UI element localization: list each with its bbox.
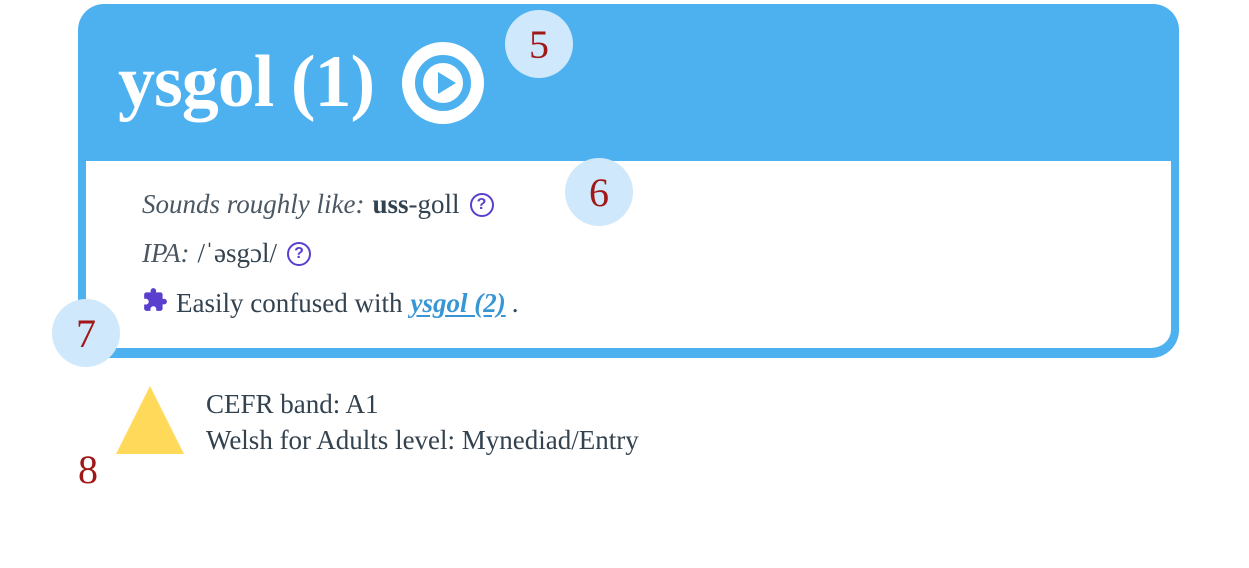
confused-link[interactable]: ysgol (2) [410,288,505,319]
sounds-like-row: Sounds roughly like: uss-goll ? [142,189,1131,220]
levels-block: CEFR band: A1 Welsh for Adults level: My… [116,386,1249,459]
ipa-label: IPA: [142,238,190,269]
headword: ysgol (1) [118,40,374,125]
puzzle-icon [142,287,168,320]
sounds-like-label: Sounds roughly like: [142,189,364,220]
callout-8: 8 [78,446,98,493]
entry-header: ysgol (1) [78,4,1179,161]
confused-prefix: Easily confused with [176,288,402,319]
sounds-like-value: uss-goll [372,189,459,220]
ipa-row: IPA: /ˈəsgɔl/ ? [142,238,1131,269]
cefr-label: CEFR band: [206,389,340,419]
wfa-label: Welsh for Adults level: [206,425,455,455]
confused-suffix: . [512,288,519,319]
rest-syllables: -goll [409,189,460,219]
ipa-help-icon[interactable]: ? [287,242,311,266]
levels-text: CEFR band: A1 Welsh for Adults level: My… [206,386,639,459]
wfa-row: Welsh for Adults level: Mynediad/Entry [206,422,639,458]
sounds-like-help-icon[interactable]: ? [470,193,494,217]
wfa-value: Mynediad/Entry [462,425,639,455]
stressed-syllable: uss [372,189,408,219]
cefr-row: CEFR band: A1 [206,386,639,422]
level-triangle-icon [116,386,184,454]
ipa-value: /ˈəsgɔl/ [198,238,277,269]
entry-card: ysgol (1) Sounds roughly like: uss-goll … [78,4,1179,358]
confused-row: Easily confused with ysgol (2) . [142,287,1131,320]
cefr-value: A1 [346,389,379,419]
play-audio-button[interactable] [402,42,484,124]
play-icon [415,55,471,111]
entry-body: Sounds roughly like: uss-goll ? IPA: /ˈə… [78,161,1179,358]
